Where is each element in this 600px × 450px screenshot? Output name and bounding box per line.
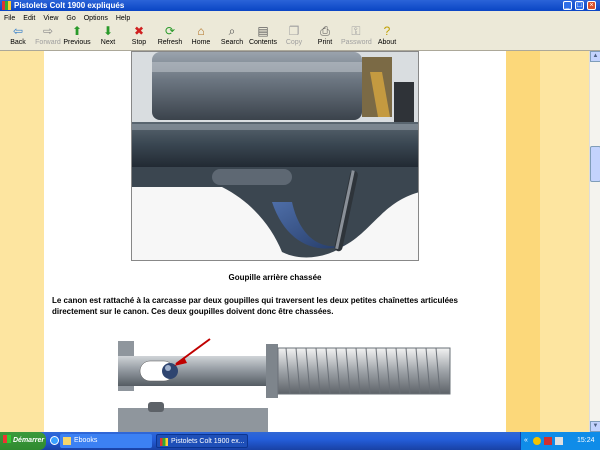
window-title: Pistolets Colt 1900 expliqués bbox=[14, 1, 125, 10]
tray-volume-icon[interactable] bbox=[555, 437, 563, 445]
previous-button[interactable]: ⬆ Previous bbox=[62, 25, 92, 50]
task-label: Pistolets Colt 1900 ex... bbox=[171, 438, 245, 445]
vertical-scrollbar[interactable]: ▲ ▼ bbox=[589, 51, 600, 432]
forward-arrow-icon: ⇨ bbox=[42, 24, 54, 38]
refresh-button[interactable]: ⟳ Refresh bbox=[155, 25, 185, 50]
windows-logo-icon bbox=[3, 435, 11, 443]
toolbar: ⇦ Back ⇨ Forward ⬆ Previous ⬇ Next ✖ Stop ⟳ Refresh… bbox=[0, 23, 600, 51]
help-icon: ? bbox=[383, 24, 391, 38]
toolbar-label: Home bbox=[191, 39, 211, 46]
system-tray: « 15:24 bbox=[520, 432, 600, 450]
toolbar-label: Password bbox=[341, 39, 372, 46]
back-button[interactable]: ⇦ Back bbox=[3, 25, 33, 50]
copy-button[interactable]: ❐ Copy bbox=[279, 25, 309, 50]
print-icon: ⎙ bbox=[320, 24, 330, 38]
copy-icon: ❐ bbox=[288, 24, 300, 38]
home-button[interactable]: ⌂ Home bbox=[186, 25, 216, 50]
ebook-app-icon bbox=[160, 438, 168, 446]
content-paragraph: Le canon est rattaché à la carcasse par … bbox=[52, 296, 458, 316]
search-button[interactable]: ⌕ Search bbox=[217, 25, 247, 50]
page-viewport[interactable]: Goupille arrière chassée Le canon est ra… bbox=[0, 51, 589, 432]
minimize-button[interactable]: _ bbox=[563, 1, 572, 10]
tray-security-icon[interactable] bbox=[544, 437, 552, 445]
app-icon bbox=[2, 1, 11, 10]
scroll-thumb[interactable] bbox=[590, 146, 600, 182]
key-icon: ⚿ bbox=[351, 24, 361, 38]
title-bar[interactable]: Pistolets Colt 1900 expliqués _ □ × bbox=[0, 0, 600, 11]
back-arrow-icon: ⇦ bbox=[12, 24, 24, 38]
tray-norton-icon[interactable] bbox=[533, 437, 541, 445]
quick-launch-ie-icon[interactable] bbox=[50, 436, 59, 445]
start-label: Démarrer bbox=[13, 437, 45, 444]
task-label: Ebooks bbox=[74, 437, 98, 444]
task-pistolets[interactable]: Pistolets Colt 1900 ex... bbox=[156, 434, 248, 448]
page-margin-right-outer bbox=[540, 51, 589, 432]
down-arrow-icon: ⬇ bbox=[102, 24, 114, 38]
forward-button[interactable]: ⇨ Forward bbox=[33, 25, 63, 50]
taskbar: Démarrer Ebooks Pistolets Colt 1900 ex..… bbox=[0, 432, 600, 450]
about-button[interactable]: ? About bbox=[372, 25, 402, 50]
stop-icon: ✖ bbox=[133, 24, 145, 38]
toolbar-label: Stop bbox=[131, 39, 147, 46]
toolbar-label: Forward bbox=[35, 39, 61, 46]
contents-icon: ▤ bbox=[257, 24, 269, 38]
stop-button[interactable]: ✖ Stop bbox=[124, 25, 154, 50]
home-icon: ⌂ bbox=[197, 24, 205, 38]
menu-bar: File Edit View Go Options Help bbox=[0, 11, 600, 23]
password-button[interactable]: ⚿ Password bbox=[341, 24, 372, 50]
scroll-down-arrow[interactable]: ▼ bbox=[590, 421, 600, 432]
tray-expand-icon[interactable]: « bbox=[524, 432, 528, 450]
folder-icon bbox=[63, 437, 71, 445]
page-margin-right bbox=[506, 51, 540, 432]
scroll-up-arrow[interactable]: ▲ bbox=[590, 51, 600, 62]
toolbar-label: Next bbox=[100, 39, 116, 46]
toolbar-label: Previous bbox=[63, 39, 91, 46]
clock[interactable]: 15:24 bbox=[577, 432, 595, 450]
toolbar-label: Search bbox=[220, 39, 244, 46]
task-ebooks[interactable]: Ebooks bbox=[60, 434, 152, 448]
start-button[interactable]: Démarrer bbox=[0, 432, 46, 450]
barrel-diagram bbox=[118, 336, 458, 432]
print-button[interactable]: ⎙ Print bbox=[310, 25, 340, 50]
maximize-button[interactable]: □ bbox=[575, 1, 584, 10]
toolbar-label: Contents bbox=[248, 39, 278, 46]
contents-button[interactable]: ▤ Contents bbox=[248, 25, 278, 50]
toolbar-label: Back bbox=[10, 39, 26, 46]
pistol-photo bbox=[131, 51, 419, 261]
close-button[interactable]: × bbox=[587, 1, 596, 10]
search-icon: ⌕ bbox=[228, 24, 236, 38]
next-button[interactable]: ⬇ Next bbox=[93, 25, 123, 50]
toolbar-label: About bbox=[377, 39, 397, 46]
page-margin-left bbox=[0, 51, 44, 432]
refresh-icon: ⟳ bbox=[164, 24, 176, 38]
up-arrow-icon: ⬆ bbox=[71, 24, 83, 38]
toolbar-label: Copy bbox=[285, 39, 303, 46]
photo-caption: Goupille arrière chassée bbox=[228, 273, 322, 282]
toolbar-label: Refresh bbox=[157, 39, 183, 46]
toolbar-label: Print bbox=[317, 39, 333, 46]
